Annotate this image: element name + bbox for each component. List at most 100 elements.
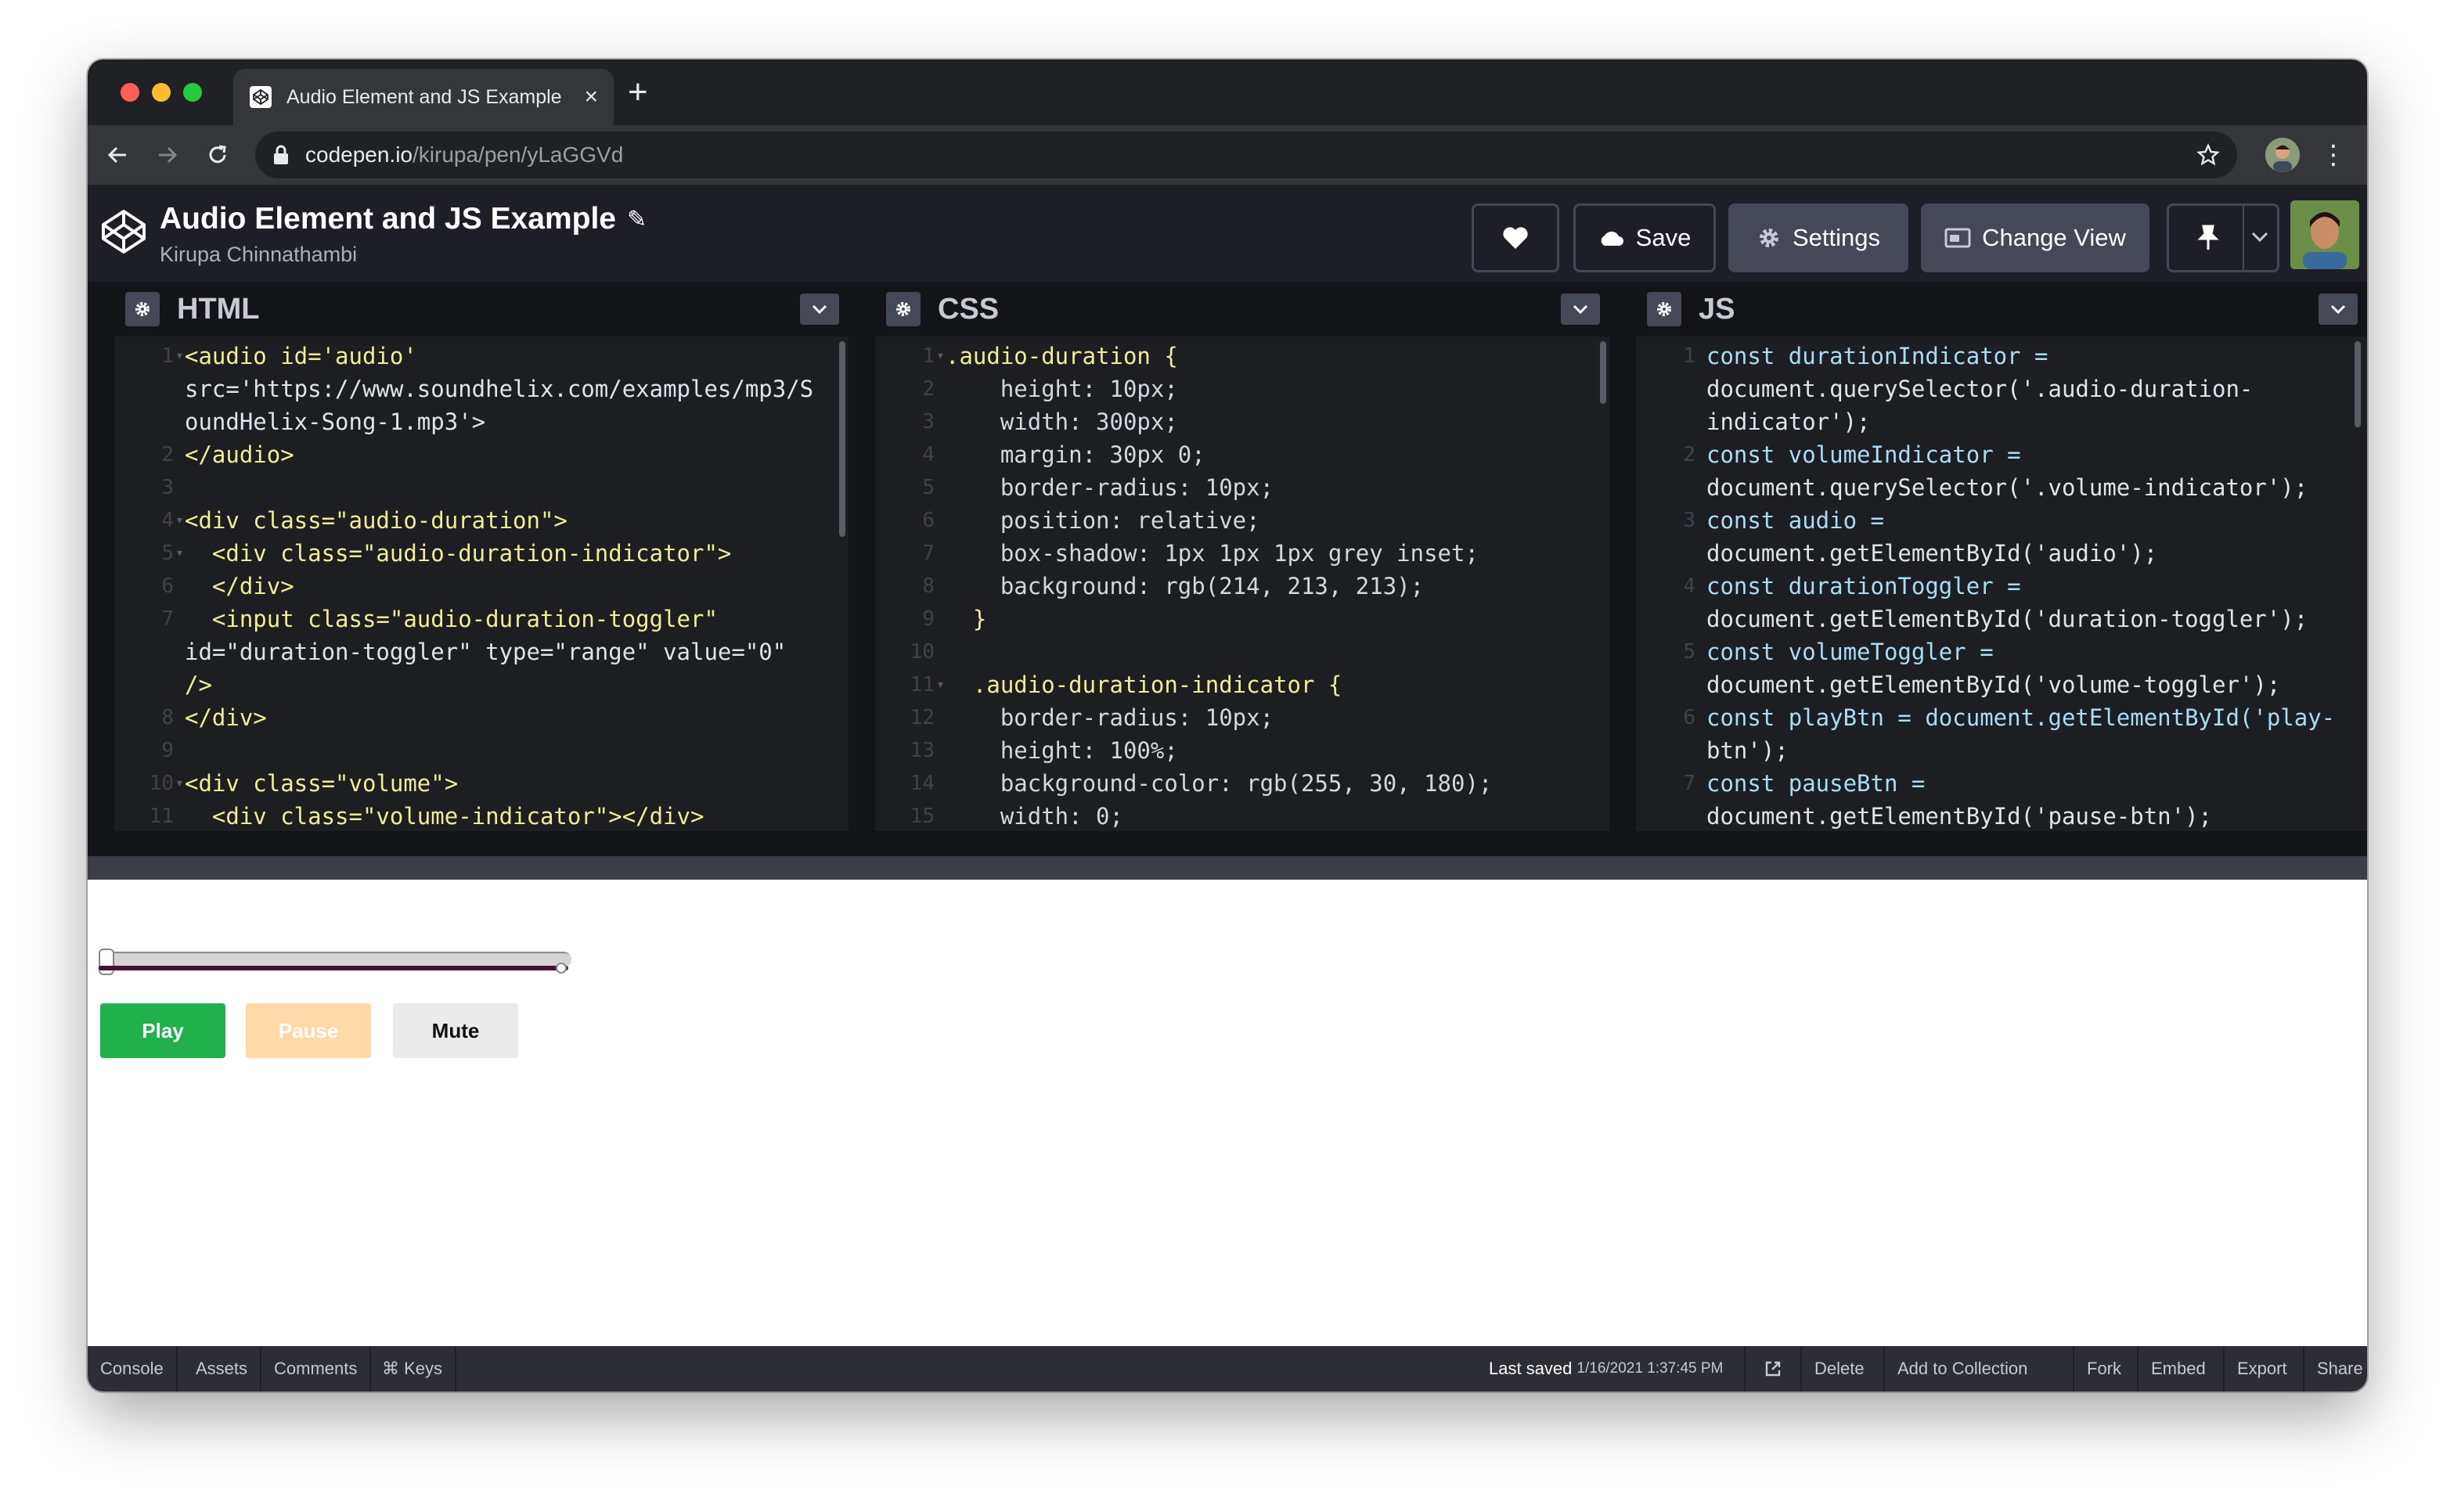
keys-button[interactable]: ⌘ Keys [369,1346,457,1391]
export-button[interactable]: Export [2223,1346,2300,1391]
fold-toggle-icon[interactable]: ▾ [936,340,945,373]
code-line[interactable]: document.getElementById('duration-toggle… [1636,603,2367,635]
codepen-logo-icon[interactable] [99,207,149,257]
code-line[interactable]: 3 width: 300px; [875,405,1609,438]
duration-toggler-thumb[interactable] [99,949,114,975]
code-line[interactable]: 5 ▾ <div class="audio-duration-indicator"… [114,537,849,570]
code-line[interactable]: 8 background: rgb(214, 213, 213); [875,570,1609,603]
share-button[interactable]: Share [2303,1346,2367,1391]
save-button[interactable]: Save [1573,203,1716,272]
pen-title[interactable]: Audio Element and JS Example ✎ [160,202,647,236]
reload-button[interactable] [199,136,236,174]
code-line[interactable]: 9 [114,734,849,767]
close-window-button[interactable] [121,83,139,102]
code-line[interactable]: oundHelix-Song-1.mp3'> [114,405,849,438]
minimize-window-button[interactable] [152,83,171,102]
code-line[interactable]: document.getElementById('audio'); [1636,537,2367,570]
code-line[interactable]: 10 ▾ <div class="volume"> [114,767,849,800]
css-pane-menu-button[interactable] [1561,293,1600,325]
code-line[interactable]: 12 border-radius: 10px; [875,701,1609,734]
add-to-collection-button[interactable]: Add to Collection [1883,1346,2040,1391]
fold-toggle-icon[interactable]: ▾ [936,668,945,701]
code-line[interactable]: 4 const durationToggler = [1636,570,2367,603]
code-line[interactable]: id="duration-toggler" type="range" value… [114,635,849,668]
code-line[interactable]: /> [114,668,849,701]
browser-menu-icon[interactable]: ⋮ [2320,138,2347,172]
code-line[interactable]: document.getElementById('pause-btn'); [1636,800,2367,833]
editor-resize-bar[interactable] [88,856,2367,880]
play-button[interactable]: Play [100,1003,225,1058]
love-button[interactable] [1472,203,1559,272]
code-line[interactable]: document.getElementById('volume-toggler'… [1636,668,2367,701]
tab-close-icon[interactable]: × [584,84,598,110]
code-line[interactable]: 1 ▾ <audio id='audio' [114,340,849,373]
code-line[interactable]: 5 border-radius: 10px; [875,471,1609,504]
html-code-editor[interactable]: 1 ▾ <audio id='audio' src='https://www.soun… [114,340,849,833]
back-button[interactable] [99,136,136,174]
html-settings-button[interactable] [125,292,160,326]
code-line[interactable]: 2 height: 10px; [875,373,1609,405]
code-line[interactable]: 8 </div> [114,701,849,734]
code-line[interactable]: 10 [875,635,1609,668]
js-pane-menu-button[interactable] [2319,293,2358,325]
css-settings-button[interactable] [886,292,921,326]
volume-toggler-thumb[interactable] [556,963,567,974]
code-line[interactable]: 9 } [875,603,1609,635]
fold-toggle-icon[interactable]: ▾ [175,504,184,537]
html-editor-scrollbar[interactable] [839,341,845,537]
code-line[interactable]: 7 <input class="audio-duration-toggler" [114,603,849,635]
audio-duration-track[interactable] [102,952,571,967]
fold-toggle-icon[interactable]: ▾ [175,340,184,373]
code-line[interactable]: 6 </div> [114,570,849,603]
code-line[interactable]: indicator'); [1636,405,2367,438]
code-line[interactable]: 3 [114,471,849,504]
code-line[interactable]: 1 const durationIndicator = [1636,340,2367,373]
js-settings-button[interactable] [1647,292,1681,326]
forward-button[interactable] [149,136,186,174]
js-editor-scrollbar[interactable] [2355,341,2361,427]
code-line[interactable]: 11 <div class="volume-indicator"></div> [114,800,849,833]
browser-tab[interactable]: Audio Element and JS Example × [233,69,614,125]
css-editor-scrollbar[interactable] [1600,341,1606,404]
bookmark-star-icon[interactable] [2196,143,2220,167]
css-code-editor[interactable]: 1 ▾ .audio-duration {2 height: 10px; 3 widt… [875,340,1609,833]
delete-button[interactable]: Delete [1800,1346,1877,1391]
fork-button[interactable]: Fork [2073,1346,2134,1391]
code-line[interactable]: 3 const audio = [1636,504,2367,537]
user-avatar[interactable] [2290,200,2359,269]
change-view-button[interactable]: Change View [1921,203,2149,272]
code-line[interactable]: 14 background-color: rgb(255, 30, 180); [875,767,1609,800]
code-line[interactable]: 5 const volumeToggler = [1636,635,2367,668]
fold-toggle-icon[interactable]: ▾ [175,767,184,800]
console-button[interactable]: Console [88,1346,178,1391]
fold-toggle-icon[interactable]: ▾ [175,537,184,570]
pause-button[interactable]: Pause [246,1003,371,1058]
html-pane-menu-button[interactable] [800,293,839,325]
code-line[interactable]: 11 ▾ .audio-duration-indicator { [875,668,1609,701]
assets-button[interactable]: Assets [183,1346,262,1391]
code-line[interactable]: 4 ▾ <div class="audio-duration"> [114,504,849,537]
code-line[interactable]: 6 const playBtn = document.getElementById… [1636,701,2367,734]
code-line[interactable]: 1 ▾ .audio-duration { [875,340,1609,373]
code-line[interactable]: 7 const pauseBtn = [1636,767,2367,800]
open-external-button[interactable] [1744,1346,1800,1391]
code-line[interactable]: 15 width: 0; [875,800,1609,833]
edit-pencil-icon[interactable]: ✎ [627,206,647,233]
browser-profile-avatar[interactable] [2265,138,2300,172]
code-line[interactable]: 7 box-shadow: 1px 1px 1px grey inset; [875,537,1609,570]
code-line[interactable]: 13 height: 100%; [875,734,1609,767]
embed-button[interactable]: Embed [2137,1346,2218,1391]
zoom-window-button[interactable] [183,83,202,102]
mute-button[interactable]: Mute [393,1003,518,1058]
comments-button[interactable]: Comments [261,1346,372,1391]
address-bar[interactable]: codepen.io/kirupa/pen/yLaGGVd [255,131,2237,178]
pen-author[interactable]: Kirupa Chinnathambi [160,243,357,267]
code-line[interactable]: document.querySelector('.audio-duration- [1636,373,2367,405]
code-line[interactable]: 2 </audio> [114,438,849,471]
new-tab-button[interactable]: + [628,75,648,110]
code-line[interactable]: 2 const volumeIndicator = [1636,438,2367,471]
code-line[interactable]: btn'); [1636,734,2367,767]
code-line[interactable]: 6 position: relative; [875,504,1609,537]
code-line[interactable]: 4 margin: 30px 0; [875,438,1609,471]
code-line[interactable]: document.querySelector('.volume-indicato… [1636,471,2367,504]
